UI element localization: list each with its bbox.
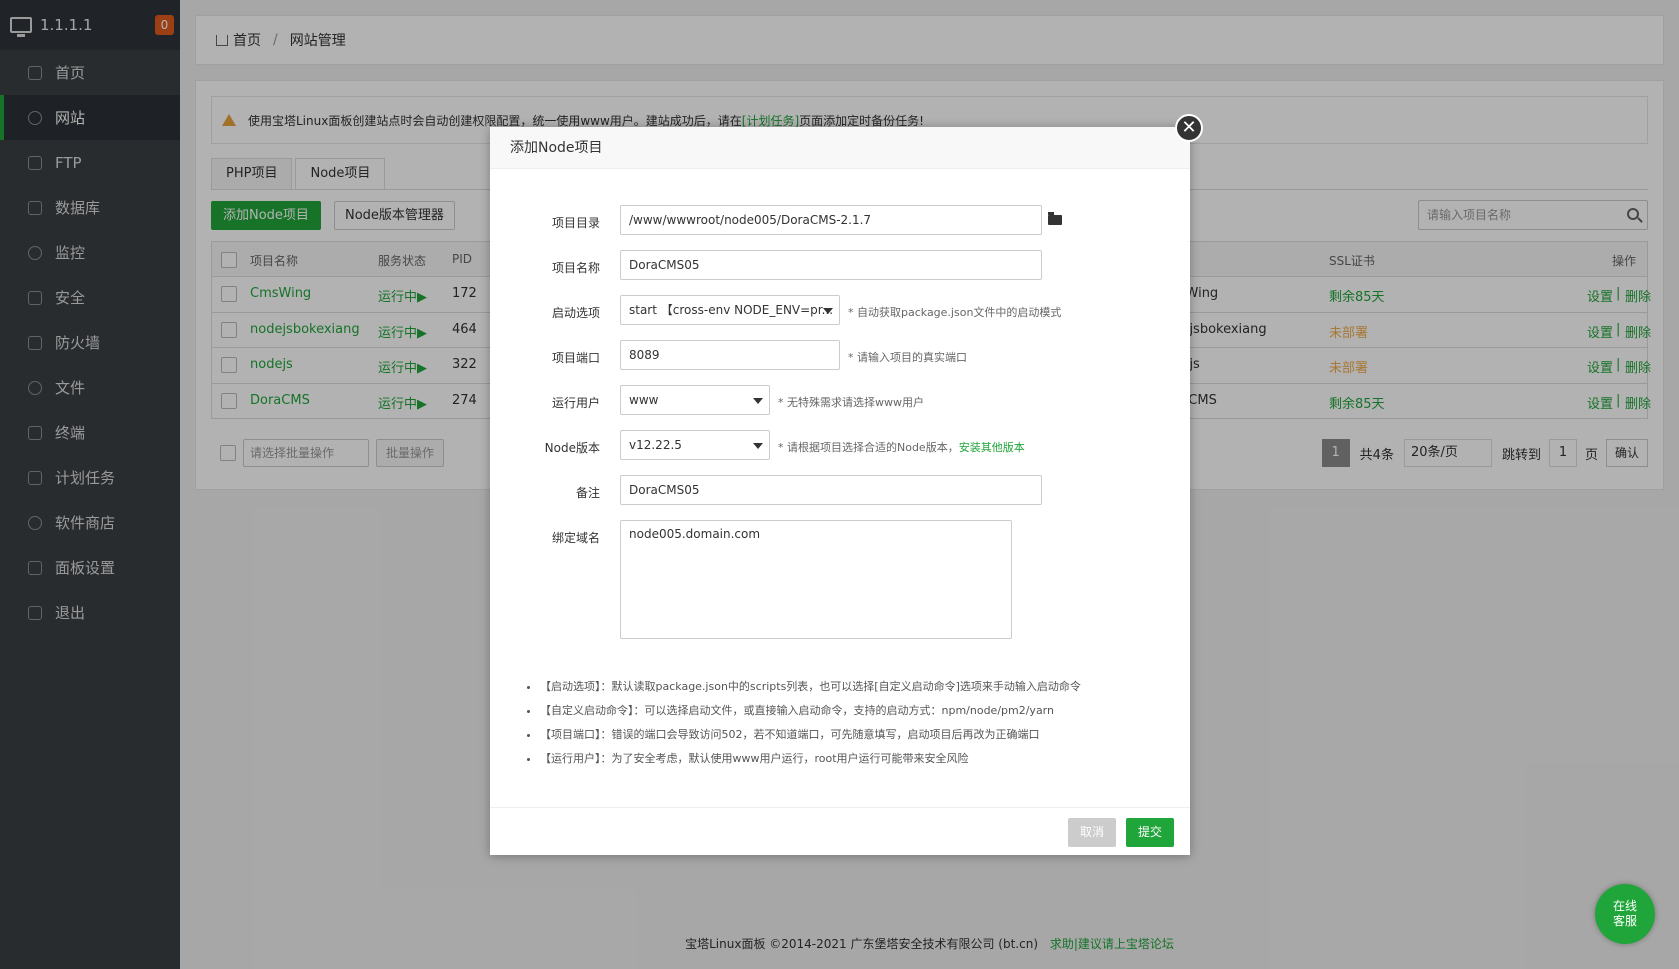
user-hint: * 无特殊需求请选择www用户	[778, 396, 924, 409]
start-select[interactable]: start 【cross-env NODE_ENV=pr...	[620, 295, 840, 325]
domain-textarea[interactable]: node005.domain.com	[620, 520, 1012, 639]
dialog-title: 添加Node项目	[490, 127, 1190, 169]
remark-input[interactable]: DoraCMS05	[620, 475, 1042, 505]
submit-button[interactable]: 提交	[1126, 818, 1174, 847]
start-hint: * 自动获取package.json文件中的启动模式	[848, 306, 1062, 319]
help-note: 【自定义启动命令】：可以选择启动文件，或直接输入启动命令，支持的启动方式：npm…	[540, 699, 1081, 723]
version-hint-text: * 请根据项目选择合适的Node版本，	[778, 441, 959, 454]
help-note: 【启动选项】：默认读取package.json中的scripts列表，也可以选择…	[540, 675, 1081, 699]
close-icon[interactable]: ✕	[1175, 114, 1203, 142]
dir-label: 项目目录	[551, 216, 600, 230]
version-label: Node版本	[544, 441, 600, 455]
help-note: 【项目端口】：错误的端口会导致访问502，若不知道端口，可先随意填写，启动项目后…	[540, 723, 1081, 747]
port-input[interactable]: 8089	[620, 340, 840, 370]
domain-label: 绑定域名	[551, 531, 600, 545]
folder-icon[interactable]	[1048, 212, 1062, 225]
port-hint: * 请输入项目的真实端口	[848, 351, 967, 364]
remark-label: 备注	[575, 486, 600, 500]
name-label: 项目名称	[551, 261, 600, 275]
install-version-link[interactable]: 安装其他版本	[959, 441, 1025, 454]
user-select[interactable]: www	[620, 385, 770, 415]
port-label: 项目端口	[551, 351, 600, 365]
start-label: 启动选项	[551, 306, 600, 320]
help-notes: 【启动选项】：默认读取package.json中的scripts列表，也可以选择…	[520, 675, 1081, 771]
dir-input[interactable]: /www/wwwroot/node005/DoraCMS-2.1.7	[620, 205, 1042, 235]
cancel-button[interactable]: 取消	[1068, 818, 1116, 847]
version-hint: * 请根据项目选择合适的Node版本，安装其他版本	[778, 439, 1025, 455]
online-service-button[interactable]: 在线客服	[1595, 884, 1655, 944]
add-node-dialog: 添加Node项目 ✕ 项目目录 /www/wwwroot/node005/Dor…	[490, 114, 1203, 855]
version-select[interactable]: v12.22.5	[620, 430, 770, 460]
name-input[interactable]: DoraCMS05	[620, 250, 1042, 280]
help-note: 【运行用户】：为了安全考虑，默认使用www用户运行，root用户运行可能带来安全…	[540, 747, 1081, 771]
dialog-footer: 取消 提交	[490, 807, 1190, 855]
user-label: 运行用户	[551, 396, 600, 410]
